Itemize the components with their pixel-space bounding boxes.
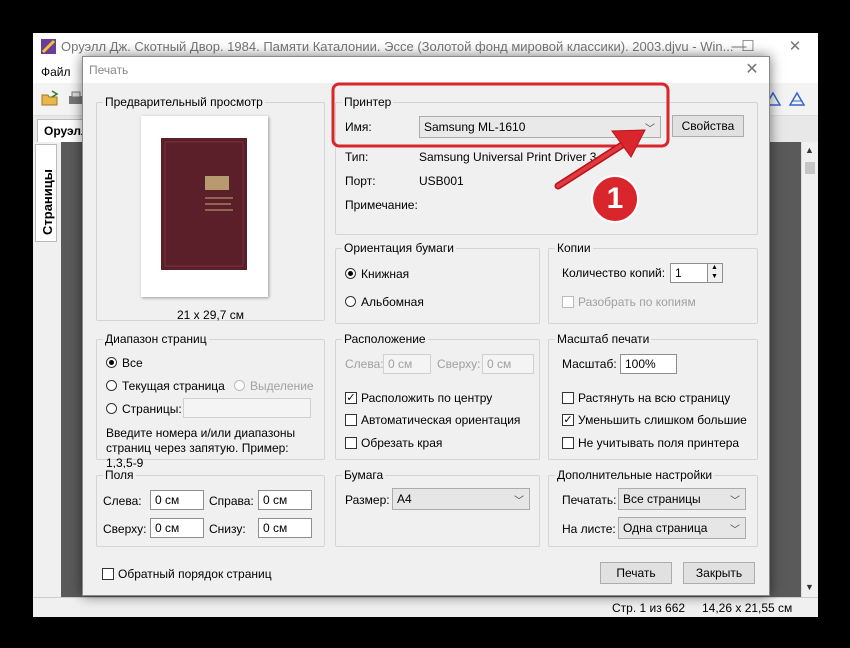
annotation-arrow — [554, 129, 646, 190]
annotation-overlay — [331, 82, 670, 223]
annotation-badge-number: 1 — [606, 182, 624, 215]
